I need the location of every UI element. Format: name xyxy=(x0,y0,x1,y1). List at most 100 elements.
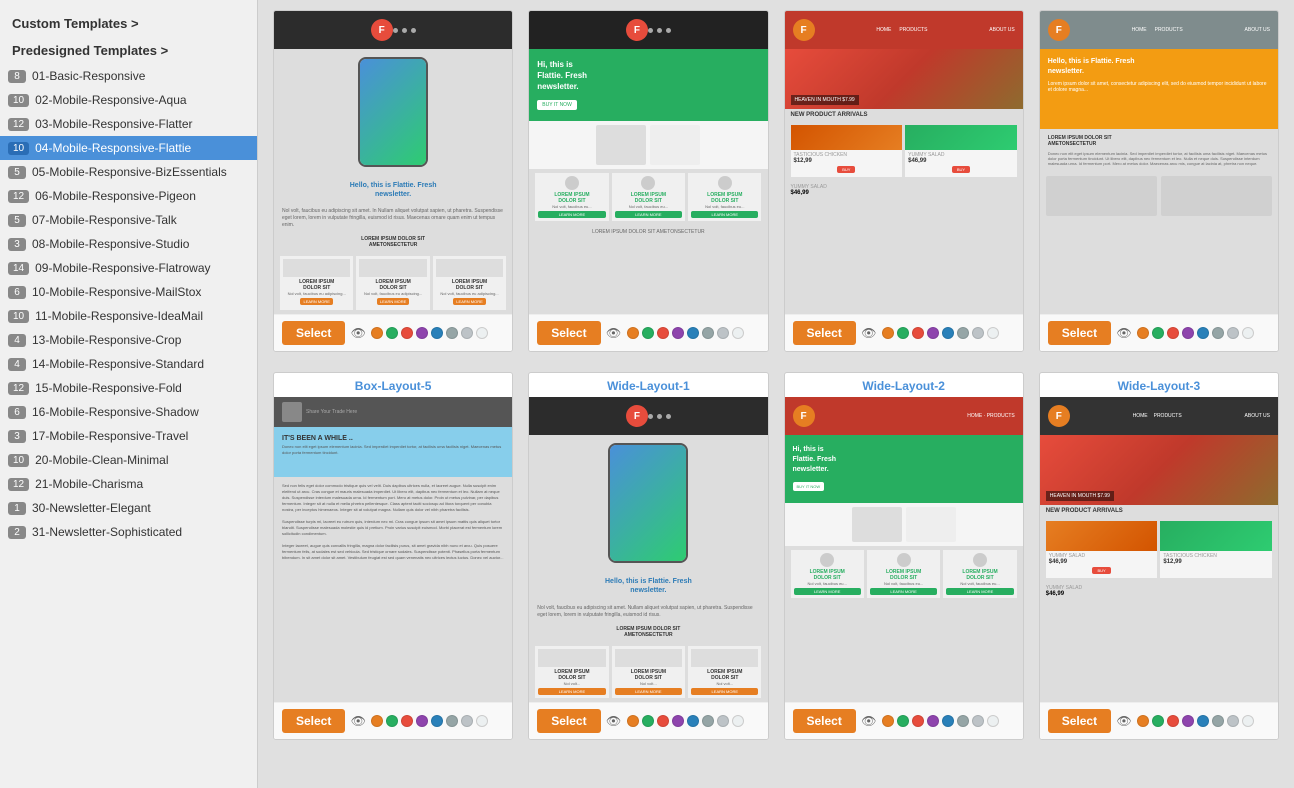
eye-icon-04-v2[interactable]: 👁 xyxy=(606,325,622,341)
swatch-lightgray[interactable] xyxy=(461,715,473,727)
swatch-white[interactable] xyxy=(476,715,488,727)
swatch-gray[interactable] xyxy=(957,327,969,339)
select-button-04-v2[interactable]: Select xyxy=(537,321,600,345)
swatch-lightgray[interactable] xyxy=(1227,327,1239,339)
sidebar-item-15[interactable]: 12 15-Mobile-Responsive-Fold xyxy=(0,376,257,400)
select-button-food[interactable]: Select xyxy=(793,321,856,345)
sidebar-item-01[interactable]: 8 01-Basic-Responsive xyxy=(0,64,257,88)
swatch-green[interactable] xyxy=(386,715,398,727)
sidebar-item-20[interactable]: 10 20-Mobile-Clean-Minimal xyxy=(0,448,257,472)
swatch-green[interactable] xyxy=(386,327,398,339)
select-button-wide1[interactable]: Select xyxy=(537,709,600,733)
swatch-purple[interactable] xyxy=(927,327,939,339)
select-button-box5[interactable]: Select xyxy=(282,709,345,733)
swatch-lightgray[interactable] xyxy=(972,327,984,339)
swatch-red[interactable] xyxy=(401,327,413,339)
swatch-white[interactable] xyxy=(1242,715,1254,727)
swatch-green[interactable] xyxy=(642,327,654,339)
sidebar-item-21[interactable]: 12 21-Mobile-Charisma xyxy=(0,472,257,496)
swatch-white[interactable] xyxy=(987,327,999,339)
swatch-blue[interactable] xyxy=(942,327,954,339)
swatch-orange[interactable] xyxy=(371,715,383,727)
select-button-wide2[interactable]: Select xyxy=(793,709,856,733)
swatch-lightgray[interactable] xyxy=(1227,715,1239,727)
eye-icon-yellow[interactable]: 👁 xyxy=(1116,325,1132,341)
swatch-orange[interactable] xyxy=(1137,327,1149,339)
swatch-purple[interactable] xyxy=(1182,327,1194,339)
sidebar-item-05[interactable]: 5 05-Mobile-Responsive-BizEssentials xyxy=(0,160,257,184)
swatch-lightgray[interactable] xyxy=(972,715,984,727)
swatch-gray[interactable] xyxy=(446,715,458,727)
sidebar-item-16[interactable]: 6 16-Mobile-Responsive-Shadow xyxy=(0,400,257,424)
swatch-orange[interactable] xyxy=(627,715,639,727)
swatch-purple[interactable] xyxy=(1182,715,1194,727)
sidebar-item-10[interactable]: 6 10-Mobile-Responsive-MailStox xyxy=(0,280,257,304)
swatch-gray[interactable] xyxy=(702,715,714,727)
select-button-yellow[interactable]: Select xyxy=(1048,321,1111,345)
swatch-blue[interactable] xyxy=(431,327,443,339)
swatch-white[interactable] xyxy=(732,327,744,339)
sidebar-item-08[interactable]: 3 08-Mobile-Responsive-Studio xyxy=(0,232,257,256)
eye-icon-04-v1[interactable]: 👁 xyxy=(350,325,366,341)
swatch-green[interactable] xyxy=(642,715,654,727)
swatch-purple[interactable] xyxy=(672,327,684,339)
swatch-red[interactable] xyxy=(912,715,924,727)
select-button-wide3[interactable]: Select xyxy=(1048,709,1111,733)
swatch-orange[interactable] xyxy=(371,327,383,339)
sidebar-item-06[interactable]: 12 06-Mobile-Responsive-Pigeon xyxy=(0,184,257,208)
swatch-green[interactable] xyxy=(1152,715,1164,727)
swatch-orange[interactable] xyxy=(1137,715,1149,727)
swatch-blue[interactable] xyxy=(1197,327,1209,339)
swatch-red[interactable] xyxy=(657,715,669,727)
swatch-red[interactable] xyxy=(1167,327,1179,339)
swatch-purple[interactable] xyxy=(416,715,428,727)
swatch-blue[interactable] xyxy=(431,715,443,727)
eye-icon-wide2[interactable]: 👁 xyxy=(861,713,877,729)
swatch-lightgray[interactable] xyxy=(717,327,729,339)
swatch-white[interactable] xyxy=(987,715,999,727)
swatch-gray[interactable] xyxy=(1212,715,1224,727)
eye-icon-box5[interactable]: 👁 xyxy=(350,713,366,729)
sidebar-item-03[interactable]: 12 03-Mobile-Responsive-Flatter xyxy=(0,112,257,136)
sidebar-item-17[interactable]: 3 17-Mobile-Responsive-Travel xyxy=(0,424,257,448)
sidebar-item-14[interactable]: 4 14-Mobile-Responsive-Standard xyxy=(0,352,257,376)
swatch-purple[interactable] xyxy=(416,327,428,339)
swatch-gray[interactable] xyxy=(446,327,458,339)
swatch-red[interactable] xyxy=(1167,715,1179,727)
swatch-red[interactable] xyxy=(912,327,924,339)
swatch-blue[interactable] xyxy=(687,327,699,339)
swatch-gray[interactable] xyxy=(702,327,714,339)
swatch-blue[interactable] xyxy=(687,715,699,727)
swatch-white[interactable] xyxy=(476,327,488,339)
sidebar-item-09[interactable]: 14 09-Mobile-Responsive-Flatroway xyxy=(0,256,257,280)
swatch-red[interactable] xyxy=(657,327,669,339)
swatch-white[interactable] xyxy=(1242,327,1254,339)
swatch-lightgray[interactable] xyxy=(717,715,729,727)
predesigned-templates-header[interactable]: Predesigned Templates > xyxy=(0,37,257,64)
custom-templates-header[interactable]: Custom Templates > xyxy=(0,10,257,37)
swatch-green[interactable] xyxy=(897,327,909,339)
swatch-gray[interactable] xyxy=(1212,327,1224,339)
select-button-04-v1[interactable]: Select xyxy=(282,321,345,345)
eye-icon-food[interactable]: 👁 xyxy=(861,325,877,341)
swatch-blue[interactable] xyxy=(942,715,954,727)
swatch-white[interactable] xyxy=(732,715,744,727)
sidebar-item-07[interactable]: 5 07-Mobile-Responsive-Talk xyxy=(0,208,257,232)
swatch-orange[interactable] xyxy=(627,327,639,339)
sidebar-item-31[interactable]: 2 31-Newsletter-Sophisticated xyxy=(0,520,257,544)
sidebar-item-02[interactable]: 10 02-Mobile-Responsive-Aqua xyxy=(0,88,257,112)
sidebar-item-13[interactable]: 4 13-Mobile-Responsive-Crop xyxy=(0,328,257,352)
swatch-orange[interactable] xyxy=(882,715,894,727)
eye-icon-wide1[interactable]: 👁 xyxy=(606,713,622,729)
swatch-red[interactable] xyxy=(401,715,413,727)
swatch-purple[interactable] xyxy=(927,715,939,727)
sidebar-item-04[interactable]: 10 04-Mobile-Responsive-Flattie xyxy=(0,136,257,160)
swatch-orange[interactable] xyxy=(882,327,894,339)
sidebar-item-11[interactable]: 10 11-Mobile-Responsive-IdeaMail xyxy=(0,304,257,328)
swatch-gray[interactable] xyxy=(957,715,969,727)
swatch-blue[interactable] xyxy=(1197,715,1209,727)
eye-icon-wide3[interactable]: 👁 xyxy=(1116,713,1132,729)
swatch-green[interactable] xyxy=(897,715,909,727)
swatch-lightgray[interactable] xyxy=(461,327,473,339)
swatch-green[interactable] xyxy=(1152,327,1164,339)
